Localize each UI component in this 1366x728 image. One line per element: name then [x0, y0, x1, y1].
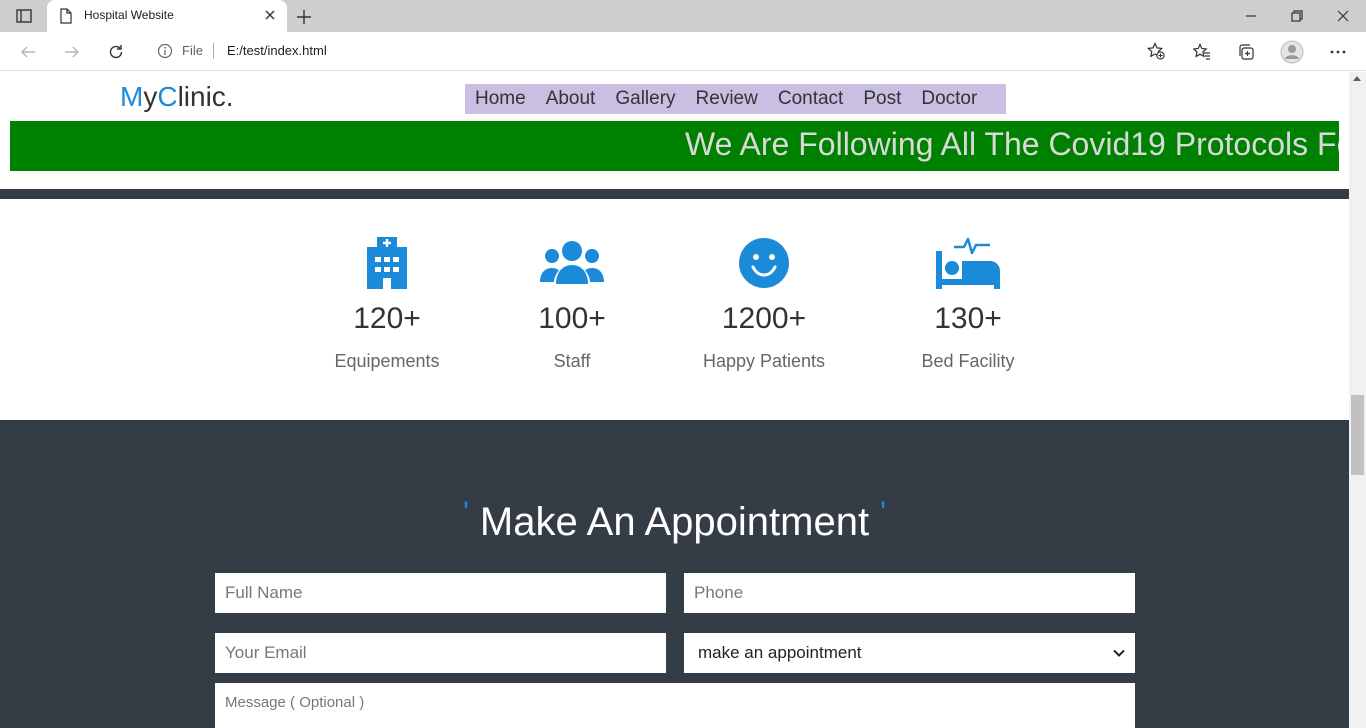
nav-gallery[interactable]: Gallery [615, 88, 675, 110]
page-viewport: MyClinic. Home About Gallery Review Cont… [0, 72, 1349, 728]
reload-icon [109, 45, 123, 59]
more-icon [1330, 50, 1346, 54]
document-icon [60, 8, 72, 24]
restore-button[interactable] [1285, 6, 1309, 26]
profile-button[interactable] [1280, 40, 1304, 64]
stats-section: 120+ Equipements 100+ Staff 1200+ Happy … [0, 199, 1349, 420]
logo-letter-m: M [120, 81, 144, 112]
nav-doctor[interactable]: Doctor [921, 88, 977, 110]
back-button[interactable] [16, 40, 40, 64]
appointment-title: Make An Appointment [479, 500, 870, 544]
appointment-heading: ' Make An Appointment ' [0, 496, 1349, 545]
tab-title: Hospital Website [84, 8, 174, 22]
tab-actions-button[interactable] [8, 4, 40, 28]
email-input[interactable]: Your Email [215, 633, 666, 673]
scroll-up-icon[interactable] [1353, 76, 1361, 81]
address-divider [213, 43, 214, 59]
browser-toolbar: File E:/test/index.html [0, 32, 1366, 71]
tab-actions-icon [16, 9, 32, 23]
nav-contact[interactable]: Contact [778, 88, 843, 110]
collections-button[interactable] [1234, 40, 1258, 64]
stat-number: 1200+ [721, 302, 807, 335]
back-arrow-icon [21, 46, 35, 58]
appointment-select[interactable]: make an appointment [684, 633, 1135, 673]
new-tab-button[interactable] [293, 6, 315, 28]
address-url[interactable]: E:/test/index.html [227, 43, 327, 58]
users-icon [482, 237, 662, 289]
forward-arrow-icon [65, 46, 79, 58]
browser-tab-bar: Hospital Website [0, 0, 1366, 32]
stat-bed-facility: 130+ Bed Facility [878, 237, 1058, 372]
stat-staff: 100+ Staff [482, 237, 662, 372]
minimize-button[interactable] [1239, 6, 1263, 26]
restore-icon [1291, 10, 1303, 22]
plus-icon [297, 10, 311, 24]
phone-input[interactable]: Phone [684, 573, 1135, 613]
stat-label: Happy Patients [702, 351, 826, 371]
logo-letter-c: C [157, 81, 178, 112]
site-logo[interactable]: MyClinic. [120, 81, 234, 113]
section-divider [0, 189, 1349, 199]
stat-equipements: 120+ Equipements [297, 237, 477, 372]
scrollbar-thumb[interactable] [1351, 395, 1364, 475]
stat-label: Equipements [334, 351, 440, 371]
full-name-input[interactable]: Full Name [215, 573, 666, 613]
heading-quote-close: ' [880, 496, 886, 529]
reload-button[interactable] [104, 40, 128, 64]
stat-label: Bed Facility [921, 351, 1015, 371]
message-textarea[interactable]: Message ( Optional ) [215, 683, 1135, 728]
add-favorite-icon[interactable] [1147, 42, 1165, 60]
address-bar[interactable]: File E:/test/index.html [145, 36, 1175, 66]
covid-banner: We Are Following All The Covid19 Protoco… [10, 121, 1339, 171]
nav-about[interactable]: About [546, 88, 596, 110]
heading-quote-open: ' [463, 496, 469, 529]
bed-icon [878, 237, 1058, 289]
stat-number: 120+ [353, 302, 421, 335]
chevron-down-icon [1113, 649, 1125, 657]
page-scrollbar[interactable] [1349, 72, 1366, 728]
smile-icon [674, 237, 854, 289]
logo-letter-y: y [143, 81, 158, 112]
favorites-button[interactable] [1190, 40, 1214, 64]
avatar-icon [1280, 40, 1304, 64]
hospital-icon [297, 237, 477, 289]
logo-text-linic: linic. [177, 81, 234, 112]
main-nav: Home About Gallery Review Contact Post D… [465, 84, 1006, 114]
appointment-select-value: make an appointment [698, 643, 862, 662]
stat-happy-patients: 1200+ Happy Patients [674, 237, 854, 372]
collections-icon [1239, 44, 1254, 60]
covid-banner-text: We Are Following All The Covid19 Protoco… [685, 126, 1339, 162]
nav-post[interactable]: Post [863, 88, 901, 110]
nav-review[interactable]: Review [696, 88, 758, 110]
close-icon [1337, 10, 1349, 22]
stat-number: 100+ [538, 302, 606, 335]
favorites-icon [1193, 43, 1210, 60]
browser-tab[interactable]: Hospital Website [47, 0, 287, 32]
minimize-icon [1246, 15, 1256, 17]
info-icon[interactable] [157, 43, 173, 59]
stat-label: Staff [553, 351, 591, 371]
stat-number: 130+ [934, 302, 1002, 335]
address-scheme: File [182, 43, 203, 58]
close-tab-icon[interactable] [263, 8, 277, 22]
settings-menu-button[interactable] [1326, 40, 1350, 64]
close-window-button[interactable] [1331, 6, 1355, 26]
nav-home[interactable]: Home [475, 88, 526, 110]
appointment-section: ' Make An Appointment ' Full Name Phone … [0, 420, 1349, 728]
forward-button[interactable] [60, 40, 84, 64]
